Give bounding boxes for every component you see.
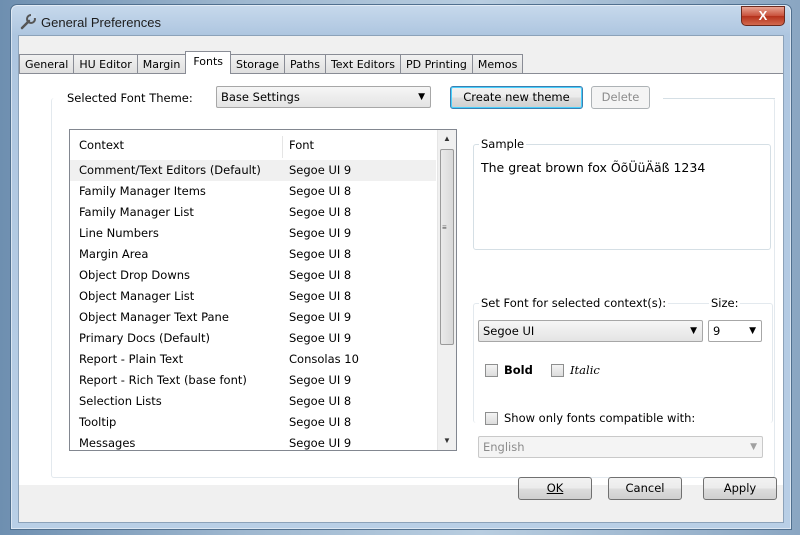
context-name: Report - Plain Text [79,352,184,366]
context-name: Line Numbers [79,226,159,240]
list-item[interactable]: Family Manager List Segoe UI 8 [70,202,436,223]
context-name: Object Manager List [79,289,195,303]
context-column-header[interactable]: Context [79,130,124,160]
compat-label[interactable]: Show only fonts compatible with: [504,411,695,425]
tab-storage[interactable]: Storage [231,54,285,74]
context-font: Segoe UI 8 [289,268,352,282]
context-font: Segoe UI 9 [289,163,352,177]
list-item[interactable]: Line Numbers Segoe UI 9 [70,223,436,244]
size-label: Size: [709,296,741,310]
font-size-select[interactable]: 9 ▼ [708,320,762,342]
context-list-scrollbar[interactable]: ▲ ≡ ▼ [437,130,456,450]
set-font-label: Set Font for selected context(s): [479,296,669,310]
tab-hu-editor[interactable]: HU Editor [73,54,137,74]
theme-group-topline [663,98,775,99]
context-font: Segoe UI 9 [289,436,352,450]
context-name: Selection Lists [79,394,162,408]
context-name: Report - Rich Text (base font) [79,373,247,387]
context-name: Family Manager Items [79,184,206,198]
scroll-thumb[interactable] [440,149,454,345]
font-family-select[interactable]: Segoe UI ▼ [478,320,703,342]
cancel-button[interactable]: Cancel [608,477,682,500]
ok-label: OK [546,481,564,495]
tab-text-editors[interactable]: Text Editors [324,54,400,74]
sample-text: The great brown fox ÕõÜüÄäß 1234 [481,160,706,175]
context-name: Primary Docs (Default) [79,331,210,345]
apply-button[interactable]: Apply [703,477,777,500]
context-name: Object Manager Text Pane [79,310,229,324]
context-name: Comment/Text Editors (Default) [79,163,261,177]
context-font: Segoe UI 8 [289,184,352,198]
list-item[interactable]: Margin Area Segoe UI 8 [70,244,436,265]
wrench-icon [20,14,36,30]
list-item[interactable]: Object Manager Text Pane Segoe UI 9 [70,307,436,328]
close-button[interactable]: X [741,6,785,26]
context-name: Tooltip [79,415,117,429]
tab-fonts[interactable]: Fonts [185,51,231,74]
italic-label[interactable]: Italic [570,363,600,377]
list-item[interactable]: Tooltip Segoe UI 8 [70,412,436,433]
dialog-client: General HU Editor Margin Fonts Storage Paths T… [18,35,784,523]
context-name: Family Manager List [79,205,194,219]
sample-label: Sample [479,137,527,151]
title-bar[interactable]: General Preferences X [11,5,791,39]
context-font: Segoe UI 9 [289,226,352,240]
tab-memos[interactable]: Memos [471,54,524,74]
apply-label: Apply [723,481,757,495]
scroll-down-icon[interactable]: ▼ [438,432,456,450]
context-name: Messages [79,436,136,450]
tab-pd-printing[interactable]: PD Printing [399,54,472,74]
italic-checkbox[interactable] [551,364,564,377]
context-list[interactable]: Context Font Comment/Text Editors (Defau… [69,129,457,451]
font-family-value: Segoe UI [483,324,535,338]
list-item[interactable]: Object Drop Downs Segoe UI 8 [70,265,436,286]
list-item[interactable]: Primary Docs (Default) Segoe UI 9 [70,328,436,349]
list-header: Context Font [70,130,436,160]
bold-checkbox[interactable] [485,364,498,377]
list-item[interactable]: Comment/Text Editors (Default) Segoe UI 9 [70,160,436,181]
bold-label[interactable]: Bold [504,363,533,377]
ok-button[interactable]: OK [518,477,592,500]
context-font: Segoe UI 9 [289,331,352,345]
fonts-tab-panel: Selected Font Theme: Base Settings ▼ Cre… [19,73,783,485]
chevron-down-icon: ▼ [749,326,756,336]
context-name: Margin Area [79,247,149,261]
context-font: Segoe UI 9 [289,310,352,324]
context-font: Segoe UI 8 [289,394,352,408]
context-font: Consolas 10 [289,352,359,366]
cancel-label: Cancel [625,481,665,495]
context-font: Segoe UI 8 [289,247,352,261]
scroll-grip-icon: ≡ [442,223,447,232]
tab-margin[interactable]: Margin [136,54,186,74]
preferences-window: General Preferences X General HU Editor Ma… [10,4,792,530]
tab-paths[interactable]: Paths [284,54,325,74]
context-name: Object Drop Downs [79,268,191,282]
language-value: English [483,440,525,454]
list-item[interactable]: Selection Lists Segoe UI 8 [70,391,436,412]
context-font: Segoe UI 8 [289,415,352,429]
tab-strip: General HU Editor Margin Fonts Storage Paths T… [19,51,524,74]
list-item[interactable]: Report - Rich Text (base font) Segoe UI 9 [70,370,436,391]
context-font: Segoe UI 9 [289,373,352,387]
font-column-header[interactable]: Font [289,130,314,160]
window-title: General Preferences [41,15,161,30]
column-divider[interactable] [282,136,283,158]
scroll-up-icon[interactable]: ▲ [438,130,456,148]
list-item[interactable]: Family Manager Items Segoe UI 8 [70,181,436,202]
context-rows: Comment/Text Editors (Default) Segoe UI 9… [70,160,436,450]
context-font: Segoe UI 8 [289,205,352,219]
compat-checkbox[interactable] [485,412,498,425]
language-select[interactable]: English ▼ [478,436,763,458]
chevron-down-icon: ▼ [690,326,697,336]
font-size-value: 9 [713,324,721,338]
tab-general[interactable]: General [19,54,74,74]
list-item[interactable]: Object Manager List Segoe UI 8 [70,286,436,307]
list-item[interactable]: Report - Plain Text Consolas 10 [70,349,436,370]
list-item[interactable]: Messages Segoe UI 9 [70,433,436,450]
context-font: Segoe UI 8 [289,289,352,303]
chevron-down-icon: ▼ [750,442,757,452]
